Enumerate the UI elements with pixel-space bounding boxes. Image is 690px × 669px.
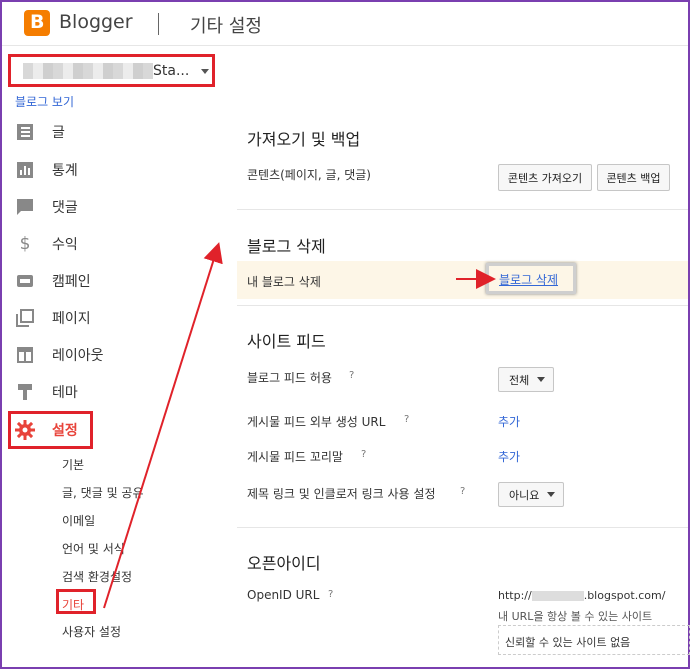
section-title-import-backup: 가져오기 및 백업 (247, 130, 361, 149)
chevron-down-icon (547, 492, 556, 497)
pages-icon (14, 307, 36, 329)
title-links-dropdown[interactable]: 아니요 (498, 482, 564, 507)
settings-sub-email[interactable]: 이메일 (62, 512, 95, 529)
trusted-sites-label: 내 URL을 항상 볼 수 있는 사이트 (498, 610, 653, 623)
sidebar-item-label: 글 (52, 125, 65, 141)
comments-icon (14, 196, 36, 218)
post-feed-footer-label: 게시물 피드 꼬리말 (247, 450, 343, 464)
openid-url-label: OpenID URL (247, 588, 320, 602)
sidebar-item-stats[interactable]: 통계 (14, 157, 78, 183)
layout-icon (14, 344, 36, 366)
backup-content-button[interactable]: 콘텐츠 백업 (597, 164, 670, 191)
earnings-icon: $ (19, 234, 31, 254)
openid-url-suffix: .blogspot.com/ (583, 589, 666, 602)
settings-sub-language-format[interactable]: 언어 및 서식 (62, 540, 125, 557)
settings-sub-posts-comments-sharing[interactable]: 글, 댓글 및 공유 (62, 484, 144, 501)
blurred-url-segment (531, 591, 584, 601)
chevron-down-icon (201, 69, 209, 74)
view-blog-link[interactable]: 블로그 보기 (15, 93, 74, 110)
sidebar-item-label: 설정 (52, 423, 78, 439)
page-title: 기타 설정 (190, 16, 262, 37)
section-title-openid: 오픈아이디 (247, 554, 321, 573)
top-bar: Blogger 기타 설정 (2, 2, 688, 46)
content-label: 콘텐츠(페이지, 글, 댓글) (247, 168, 371, 182)
sidebar-item-earnings[interactable]: $ 수익 (14, 231, 78, 257)
help-icon[interactable]: ? (404, 414, 409, 425)
theme-icon (14, 381, 36, 403)
settings-sub-user-settings[interactable]: 사용자 설정 (62, 623, 121, 640)
title-links-enclosure-label: 제목 링크 및 인클로저 링크 사용 설정 (247, 487, 436, 501)
chevron-down-icon (537, 377, 546, 382)
post-feed-footer-add-link[interactable]: 추가 (498, 448, 520, 465)
stats-icon (14, 159, 36, 181)
sidebar-item-label: 통계 (52, 163, 78, 179)
sidebar-item-label: 레이아웃 (52, 348, 104, 364)
settings-sub-search-preferences[interactable]: 검색 환경설정 (62, 568, 132, 585)
post-feed-redirect-label: 게시물 피드 외부 생성 URL (247, 415, 386, 429)
sidebar-item-theme[interactable]: 테마 (14, 379, 78, 405)
divider (237, 527, 688, 528)
sidebar-item-label: 캠페인 (52, 274, 91, 290)
sidebar-item-posts[interactable]: 글 (14, 119, 65, 145)
sidebar-item-label: 테마 (52, 385, 78, 401)
brand-name: Blogger (59, 11, 133, 33)
blurred-blog-name (23, 63, 153, 79)
post-feed-redirect-add-link[interactable]: 추가 (498, 413, 520, 430)
sidebar-item-layout[interactable]: 레이아웃 (14, 342, 104, 368)
blogger-logo-icon[interactable] (24, 10, 50, 36)
blog-name: Sta... (153, 63, 190, 79)
settings-sub-basic[interactable]: 기본 (62, 456, 84, 473)
trusted-sites-box: 신뢰할 수 있는 사이트 없음 (498, 625, 690, 655)
sidebar-item-comments[interactable]: 댓글 (14, 194, 78, 220)
divider (237, 305, 688, 306)
help-icon[interactable]: ? (460, 486, 465, 497)
sidebar-item-label: 댓글 (52, 200, 78, 216)
sidebar-item-label: 수익 (52, 237, 78, 253)
sidebar-item-pages[interactable]: 페이지 (14, 305, 91, 331)
settings-sub-other[interactable]: 기타 (62, 596, 84, 613)
help-icon[interactable]: ? (328, 589, 333, 600)
title-links-value: 아니요 (509, 488, 540, 502)
help-icon[interactable]: ? (361, 449, 366, 460)
feed-allow-value: 전체 (509, 373, 530, 387)
blog-selector[interactable]: Sta... (8, 54, 215, 87)
sidebar-item-campaigns[interactable]: 캠페인 (14, 268, 91, 294)
gear-icon (14, 419, 36, 441)
campaigns-icon (14, 270, 36, 292)
section-title-delete-blog: 블로그 삭제 (247, 237, 326, 256)
feed-allow-label: 블로그 피드 허용 (247, 371, 332, 385)
openid-url-value: http:// .blogspot.com/ (498, 589, 665, 602)
help-icon[interactable]: ? (349, 370, 354, 381)
section-title-site-feed: 사이트 피드 (247, 332, 326, 351)
posts-icon (14, 121, 36, 143)
delete-blog-link[interactable]: 블로그 삭제 (499, 271, 558, 288)
sidebar-item-settings[interactable]: 설정 (14, 417, 78, 443)
openid-url-prefix: http:// (498, 589, 532, 602)
sidebar-item-label: 페이지 (52, 311, 91, 327)
header-separator (158, 13, 159, 35)
delete-blog-label: 내 블로그 삭제 (247, 275, 321, 289)
import-content-button[interactable]: 콘텐츠 가져오기 (498, 164, 592, 191)
feed-allow-dropdown[interactable]: 전체 (498, 367, 554, 392)
divider (237, 209, 688, 210)
